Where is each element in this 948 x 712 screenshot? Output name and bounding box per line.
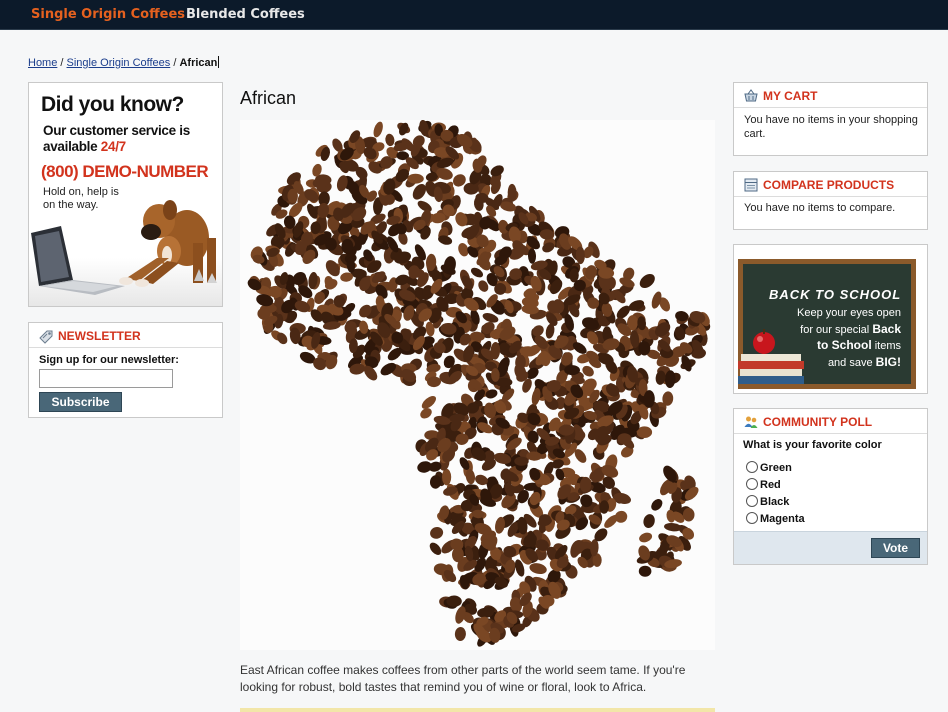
newsletter-title: Newsletter bbox=[58, 329, 141, 343]
people-icon bbox=[744, 416, 758, 428]
compare-empty-text: You have no items to compare. bbox=[744, 202, 896, 214]
compare-title: Compare Products bbox=[763, 178, 895, 192]
poll-header: Community Poll bbox=[734, 409, 927, 434]
africa-coffee-beans-image bbox=[247, 119, 711, 647]
books-apple-illustration bbox=[738, 329, 804, 384]
poll-footer: Vote bbox=[734, 531, 927, 564]
dog-laptop-illustration bbox=[29, 200, 222, 306]
list-table-icon bbox=[744, 178, 758, 192]
toolbar-edge bbox=[240, 708, 715, 712]
newsletter-header: Newsletter bbox=[29, 323, 222, 348]
customer-service-callout[interactable]: Did you know? Our customer service is av… bbox=[28, 82, 223, 307]
breadcrumb-category-link[interactable]: Single Origin Coffees bbox=[67, 57, 171, 69]
radio-button[interactable] bbox=[746, 495, 758, 507]
poll-option-label: Magenta bbox=[760, 513, 805, 525]
top-navigation: Single Origin Coffees Blended Coffees bbox=[0, 0, 948, 30]
poll-option-label: Black bbox=[760, 496, 790, 508]
newsletter-block: Newsletter Sign up for our newsletter: S… bbox=[28, 322, 223, 418]
poll-option-magenta[interactable]: Magenta bbox=[746, 512, 805, 525]
promo-highlight-big: BIG! bbox=[875, 354, 901, 369]
promo-highlight-school: to School bbox=[816, 338, 872, 352]
community-poll-block: Community Poll What is your favorite col… bbox=[733, 408, 928, 565]
cart-empty-text: You have no items in your shopping cart. bbox=[744, 114, 918, 140]
poll-option-label: Green bbox=[760, 462, 792, 474]
promo-line3: items bbox=[874, 340, 901, 352]
breadcrumb-home-link[interactable]: Home bbox=[28, 57, 57, 69]
newsletter-label: Sign up for our newsletter: bbox=[39, 354, 179, 366]
poll-option-red[interactable]: Red bbox=[746, 478, 781, 491]
shopping-basket-icon bbox=[744, 89, 758, 102]
page-title: African bbox=[240, 88, 297, 108]
poll-option-black[interactable]: Black bbox=[746, 495, 789, 508]
breadcrumb-separator: / bbox=[60, 57, 64, 69]
poll-option-green[interactable]: Green bbox=[746, 461, 792, 474]
poll-option-label: Red bbox=[760, 479, 781, 491]
back-to-school-banner[interactable]: BACK TO SCHOOL Keep your eyes open for o… bbox=[733, 244, 928, 394]
nav-item-blended-coffees[interactable]: Blended Coffees bbox=[186, 7, 305, 22]
breadcrumb-current: African bbox=[179, 57, 218, 69]
radio-button[interactable] bbox=[746, 461, 758, 473]
promo-line2: for our special bbox=[800, 323, 870, 336]
radio-button[interactable] bbox=[746, 512, 758, 524]
coffee-bean-pile bbox=[247, 119, 711, 647]
subscribe-button[interactable]: Subscribe bbox=[39, 392, 122, 412]
nav-item-single-origin-coffees[interactable]: Single Origin Coffees bbox=[31, 7, 185, 22]
cart-header: My Cart bbox=[734, 83, 927, 108]
promo-headline: BACK TO SCHOOL bbox=[769, 287, 902, 302]
category-description: East African coffee makes coffees from o… bbox=[240, 663, 686, 694]
promo-line4: and save bbox=[827, 356, 873, 369]
text-cursor bbox=[218, 56, 220, 68]
poll-title: Community Poll bbox=[763, 415, 873, 429]
envelope-tag-icon bbox=[39, 330, 53, 344]
compare-products-block: Compare Products You have no items to co… bbox=[733, 171, 928, 230]
vote-button[interactable]: Vote bbox=[871, 538, 920, 558]
category-image bbox=[240, 119, 715, 650]
breadcrumb-separator: / bbox=[173, 57, 177, 69]
poll-question: What is your favorite color bbox=[743, 439, 882, 451]
compare-header: Compare Products bbox=[734, 172, 927, 197]
newsletter-email-input[interactable] bbox=[39, 369, 173, 388]
promo-highlight-back: Back bbox=[872, 321, 901, 336]
my-cart-block: My Cart You have no items in your shoppi… bbox=[733, 82, 928, 156]
cart-title: My Cart bbox=[763, 89, 818, 103]
promo-line1: Keep your eyes open bbox=[797, 307, 901, 319]
radio-button[interactable] bbox=[746, 478, 758, 490]
breadcrumb: Home / Single Origin Coffees / African bbox=[28, 56, 220, 69]
